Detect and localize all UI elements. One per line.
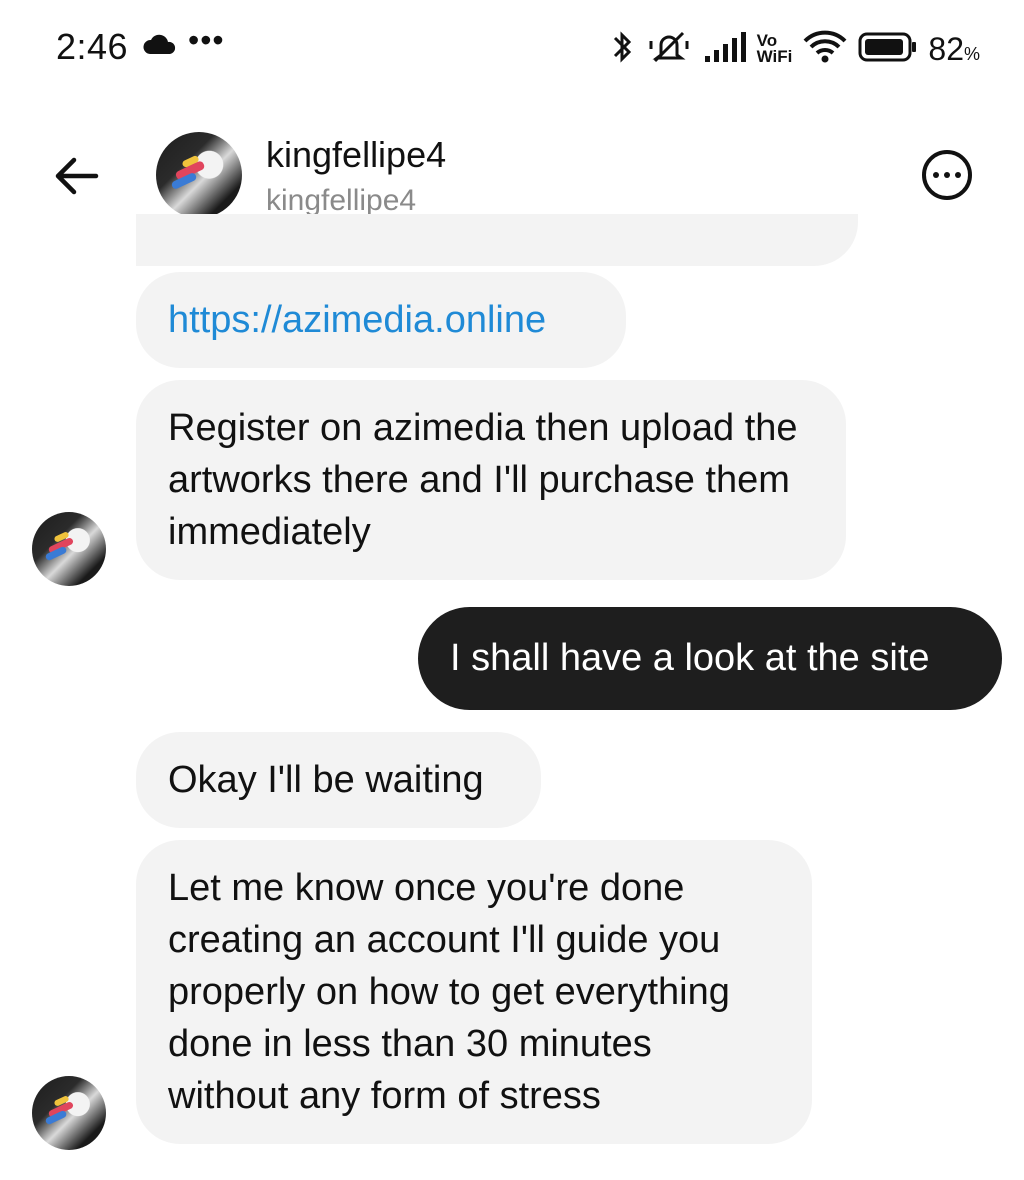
status-time: 2:46 bbox=[56, 26, 129, 67]
vowifi-bottom: WiFi bbox=[756, 47, 793, 66]
battery-percent-value: 82 bbox=[928, 30, 964, 67]
message-bubble-incoming[interactable]: https://azimedia.online bbox=[136, 272, 626, 368]
message-link[interactable]: https://azimedia.online bbox=[168, 299, 546, 341]
cloud-icon bbox=[142, 34, 178, 61]
back-arrow-icon[interactable] bbox=[52, 154, 100, 203]
status-bar: 2:46 ••• Vo WiFi 82% bbox=[0, 0, 1024, 96]
message-bubble-outgoing[interactable]: I shall have a look at the site bbox=[418, 607, 1002, 710]
previous-message-bubble bbox=[136, 214, 858, 266]
message-bubble-incoming[interactable]: Register on azimedia then upload the art… bbox=[136, 380, 846, 580]
contact-display-name[interactable]: kingfellipe4 bbox=[266, 134, 446, 176]
mute-icon bbox=[645, 27, 693, 72]
message-text: Okay I'll be waiting bbox=[168, 759, 484, 801]
battery-percent-unit: % bbox=[963, 43, 980, 64]
status-overflow-dots: ••• bbox=[188, 22, 225, 58]
contact-avatar[interactable] bbox=[156, 132, 242, 218]
message-text: Register on azimedia then upload the art… bbox=[168, 407, 798, 553]
contact-username: kingfellipe4 bbox=[266, 184, 417, 217]
message-text: Let me know once you're done creating an… bbox=[168, 867, 730, 1117]
bluetooth-icon bbox=[611, 27, 635, 72]
message-bubble-incoming[interactable]: Let me know once you're done creating an… bbox=[136, 840, 812, 1144]
battery-icon bbox=[858, 31, 918, 68]
sender-avatar[interactable] bbox=[32, 512, 106, 586]
status-icons: Vo WiFi 82% bbox=[611, 24, 980, 74]
wifi-icon bbox=[802, 29, 848, 70]
signal-icon bbox=[703, 30, 747, 69]
message-bubble-incoming[interactable]: Okay I'll be waiting bbox=[136, 732, 541, 828]
more-options-icon[interactable] bbox=[922, 150, 972, 200]
battery-percent: 82% bbox=[928, 31, 980, 68]
message-text: I shall have a look at the site bbox=[450, 637, 930, 679]
vowifi-indicator: Vo WiFi bbox=[756, 32, 793, 66]
sender-avatar[interactable] bbox=[32, 1076, 106, 1150]
